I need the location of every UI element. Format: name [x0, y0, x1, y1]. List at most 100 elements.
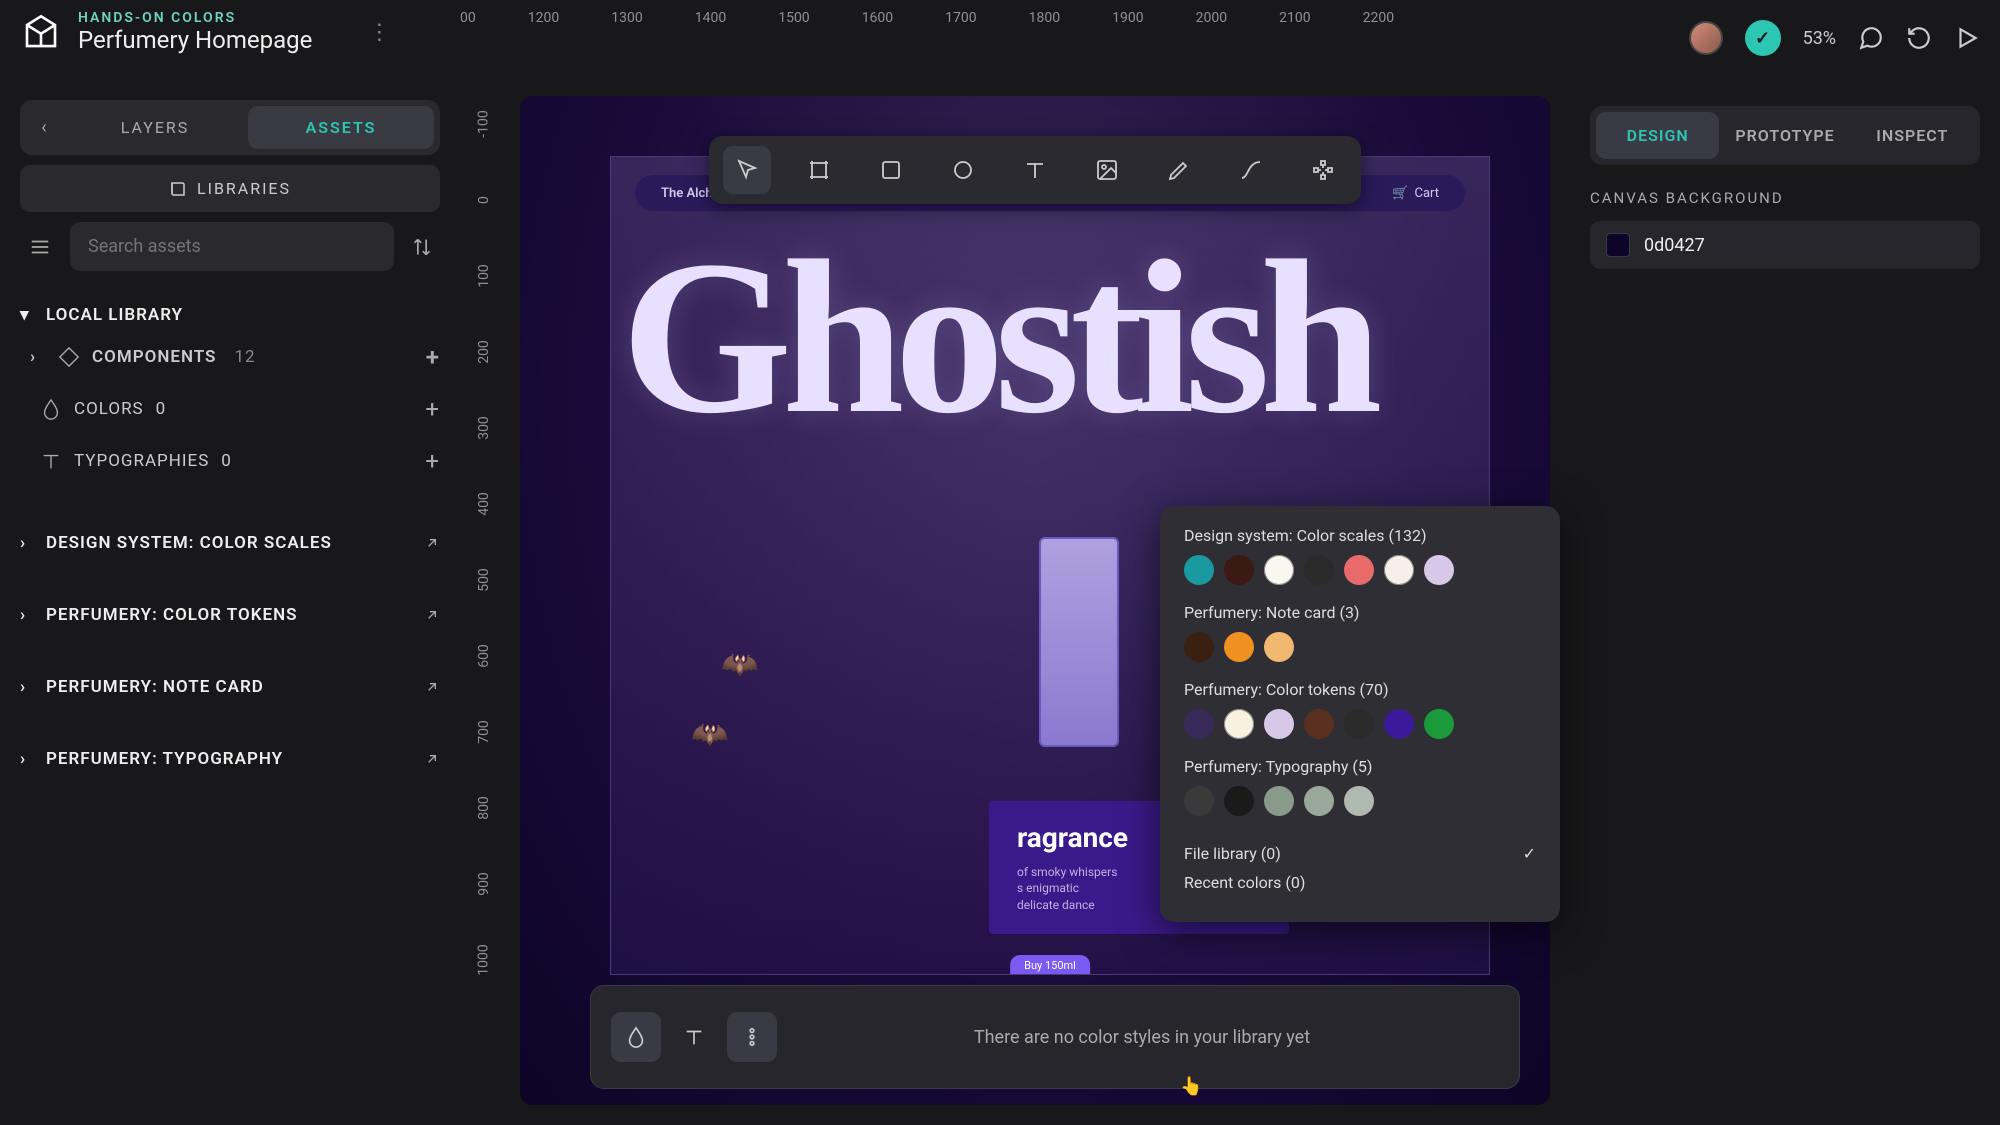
breadcrumb-label[interactable]: HANDS-ON COLORS — [78, 10, 312, 26]
tab-layers[interactable]: LAYERS — [62, 106, 248, 149]
popover-section-title[interactable]: Perfumery: Note card (3) — [1184, 603, 1536, 622]
pen-tool[interactable] — [1155, 146, 1203, 194]
cart-icon: 🛒 — [1392, 186, 1408, 201]
history-icon[interactable] — [1906, 25, 1932, 51]
diamond-icon — [58, 346, 80, 368]
canvas-bg-color-input[interactable]: 0d0427 — [1590, 221, 1980, 269]
section-components[interactable]: › COMPONENTS 12 + — [20, 331, 440, 383]
tab-design[interactable]: DESIGN — [1596, 112, 1719, 159]
color-swatch[interactable] — [1304, 555, 1334, 585]
external-link-icon[interactable] — [424, 679, 440, 695]
add-color-button[interactable]: + — [425, 395, 440, 423]
color-swatch[interactable] — [1264, 555, 1294, 585]
color-swatch[interactable] — [1424, 709, 1454, 739]
color-swatch[interactable] — [1224, 632, 1254, 662]
list-view-button[interactable] — [20, 223, 60, 271]
text-tab[interactable] — [669, 1012, 719, 1062]
section-design-system-color-scales[interactable]: ›DESIGN SYSTEM: COLOR SCALES — [20, 527, 440, 559]
tab-prototype[interactable]: PROTOTYPE — [1723, 112, 1846, 159]
text-tool[interactable] — [1011, 146, 1059, 194]
text-icon — [40, 450, 62, 472]
add-typography-button[interactable]: + — [425, 447, 440, 475]
external-link-icon[interactable] — [424, 535, 440, 551]
image-tool[interactable] — [1083, 146, 1131, 194]
color-swatch[interactable] — [1184, 786, 1214, 816]
color-swatch[interactable] — [1304, 786, 1334, 816]
empty-palette-message: There are no color styles in your librar… — [785, 1027, 1499, 1048]
right-panel: DESIGN PROTOTYPE INSPECT CANVAS BACKGROU… — [1570, 86, 2000, 1125]
color-swatch[interactable] — [1224, 555, 1254, 585]
tab-assets[interactable]: ASSETS — [248, 106, 434, 149]
color-swatch[interactable] — [1184, 632, 1214, 662]
plugins-tool[interactable] — [1299, 146, 1347, 194]
recent-colors-row[interactable]: Recent colors (0) — [1184, 873, 1536, 902]
bottle-illustration — [1039, 537, 1119, 747]
bat-icon: 🦇 — [721, 647, 758, 682]
sync-status-icon[interactable]: ✓ — [1745, 20, 1781, 56]
color-palette-panel: There are no color styles in your librar… — [590, 985, 1520, 1089]
section-perfumery-note-card[interactable]: ›PERFUMERY: NOTE CARD — [20, 671, 440, 703]
color-swatch[interactable] — [1344, 555, 1374, 585]
color-library-popover: Design system: Color scales (132) Perfum… — [1160, 506, 1560, 922]
color-swatch[interactable] — [1224, 709, 1254, 739]
book-icon — [169, 180, 187, 198]
color-swatch[interactable] — [1344, 709, 1374, 739]
color-swatch[interactable] — [1424, 555, 1454, 585]
move-tool[interactable] — [723, 146, 771, 194]
libraries-button[interactable]: LIBRARIES — [20, 165, 440, 212]
vertical-ruler: -10001002003004005006007008009001000 — [460, 86, 508, 1125]
frame-tool[interactable] — [795, 146, 843, 194]
color-swatch[interactable] — [1184, 555, 1214, 585]
page-title[interactable]: Perfumery Homepage — [78, 26, 312, 54]
color-swatch[interactable] — [1384, 709, 1414, 739]
search-input[interactable] — [70, 222, 394, 271]
add-component-button[interactable]: + — [426, 343, 440, 371]
color-chip[interactable] — [1606, 233, 1630, 257]
zoom-level[interactable]: 53% — [1803, 28, 1836, 49]
app-logo-icon — [20, 11, 62, 53]
tools-toolbar — [709, 136, 1361, 204]
page-menu-button[interactable]: ⋮ — [368, 20, 390, 45]
color-swatch[interactable] — [1304, 709, 1334, 739]
file-library-row[interactable]: File library (0)✓ — [1184, 834, 1536, 873]
color-swatch[interactable] — [1184, 709, 1214, 739]
left-panel: ‹ LAYERS ASSETS LIBRARIES ▾ — [0, 86, 460, 1125]
nav-back-button[interactable]: ‹ — [26, 117, 62, 138]
canvas[interactable]: -10001002003004005006007008009001000 The… — [460, 86, 1570, 1125]
section-typographies[interactable]: TYPOGRAPHIES 0 + — [20, 435, 440, 487]
section-perfumery-color-tokens[interactable]: ›PERFUMERY: COLOR TOKENS — [20, 599, 440, 631]
section-perfumery-typography[interactable]: ›PERFUMERY: TYPOGRAPHY — [20, 743, 440, 775]
canvas-bg-label: CANVAS BACKGROUND — [1590, 189, 1980, 207]
section-local-library[interactable]: ▾ LOCAL LIBRARY — [20, 299, 440, 331]
popover-section-title[interactable]: Perfumery: Typography (5) — [1184, 757, 1536, 776]
drop-icon — [40, 398, 62, 420]
external-link-icon[interactable] — [424, 751, 440, 767]
color-swatch[interactable] — [1264, 786, 1294, 816]
color-swatch[interactable] — [1344, 786, 1374, 816]
bat-icon: 🦇 — [691, 717, 728, 752]
palette-menu-button[interactable] — [727, 1012, 777, 1062]
color-swatch[interactable] — [1384, 555, 1414, 585]
sort-button[interactable] — [404, 237, 440, 257]
popover-section-title[interactable]: Design system: Color scales (132) — [1184, 526, 1536, 545]
ellipse-tool[interactable] — [939, 146, 987, 194]
color-swatch[interactable] — [1224, 786, 1254, 816]
play-icon[interactable] — [1954, 25, 1980, 51]
buy-button: Buy 150ml — [1010, 955, 1090, 975]
comment-icon[interactable] — [1858, 25, 1884, 51]
popover-section-title[interactable]: Perfumery: Color tokens (70) — [1184, 680, 1536, 699]
tab-inspect[interactable]: INSPECT — [1851, 112, 1974, 159]
cursor-icon: 👆 — [1180, 1076, 1202, 1097]
libraries-label: LIBRARIES — [197, 179, 291, 198]
color-swatch[interactable] — [1264, 709, 1294, 739]
external-link-icon[interactable] — [424, 607, 440, 623]
color-swatch[interactable] — [1264, 632, 1294, 662]
rectangle-tool[interactable] — [867, 146, 915, 194]
checkmark-icon: ✓ — [1523, 844, 1536, 863]
avatar[interactable] — [1689, 21, 1723, 55]
section-colors[interactable]: COLORS 0 + — [20, 383, 440, 435]
hero-text: Ghostish — [611, 229, 1489, 425]
drop-tab[interactable] — [611, 1012, 661, 1062]
breadcrumb: HANDS-ON COLORS Perfumery Homepage ⋮ — [20, 10, 390, 54]
curve-tool[interactable] — [1227, 146, 1275, 194]
